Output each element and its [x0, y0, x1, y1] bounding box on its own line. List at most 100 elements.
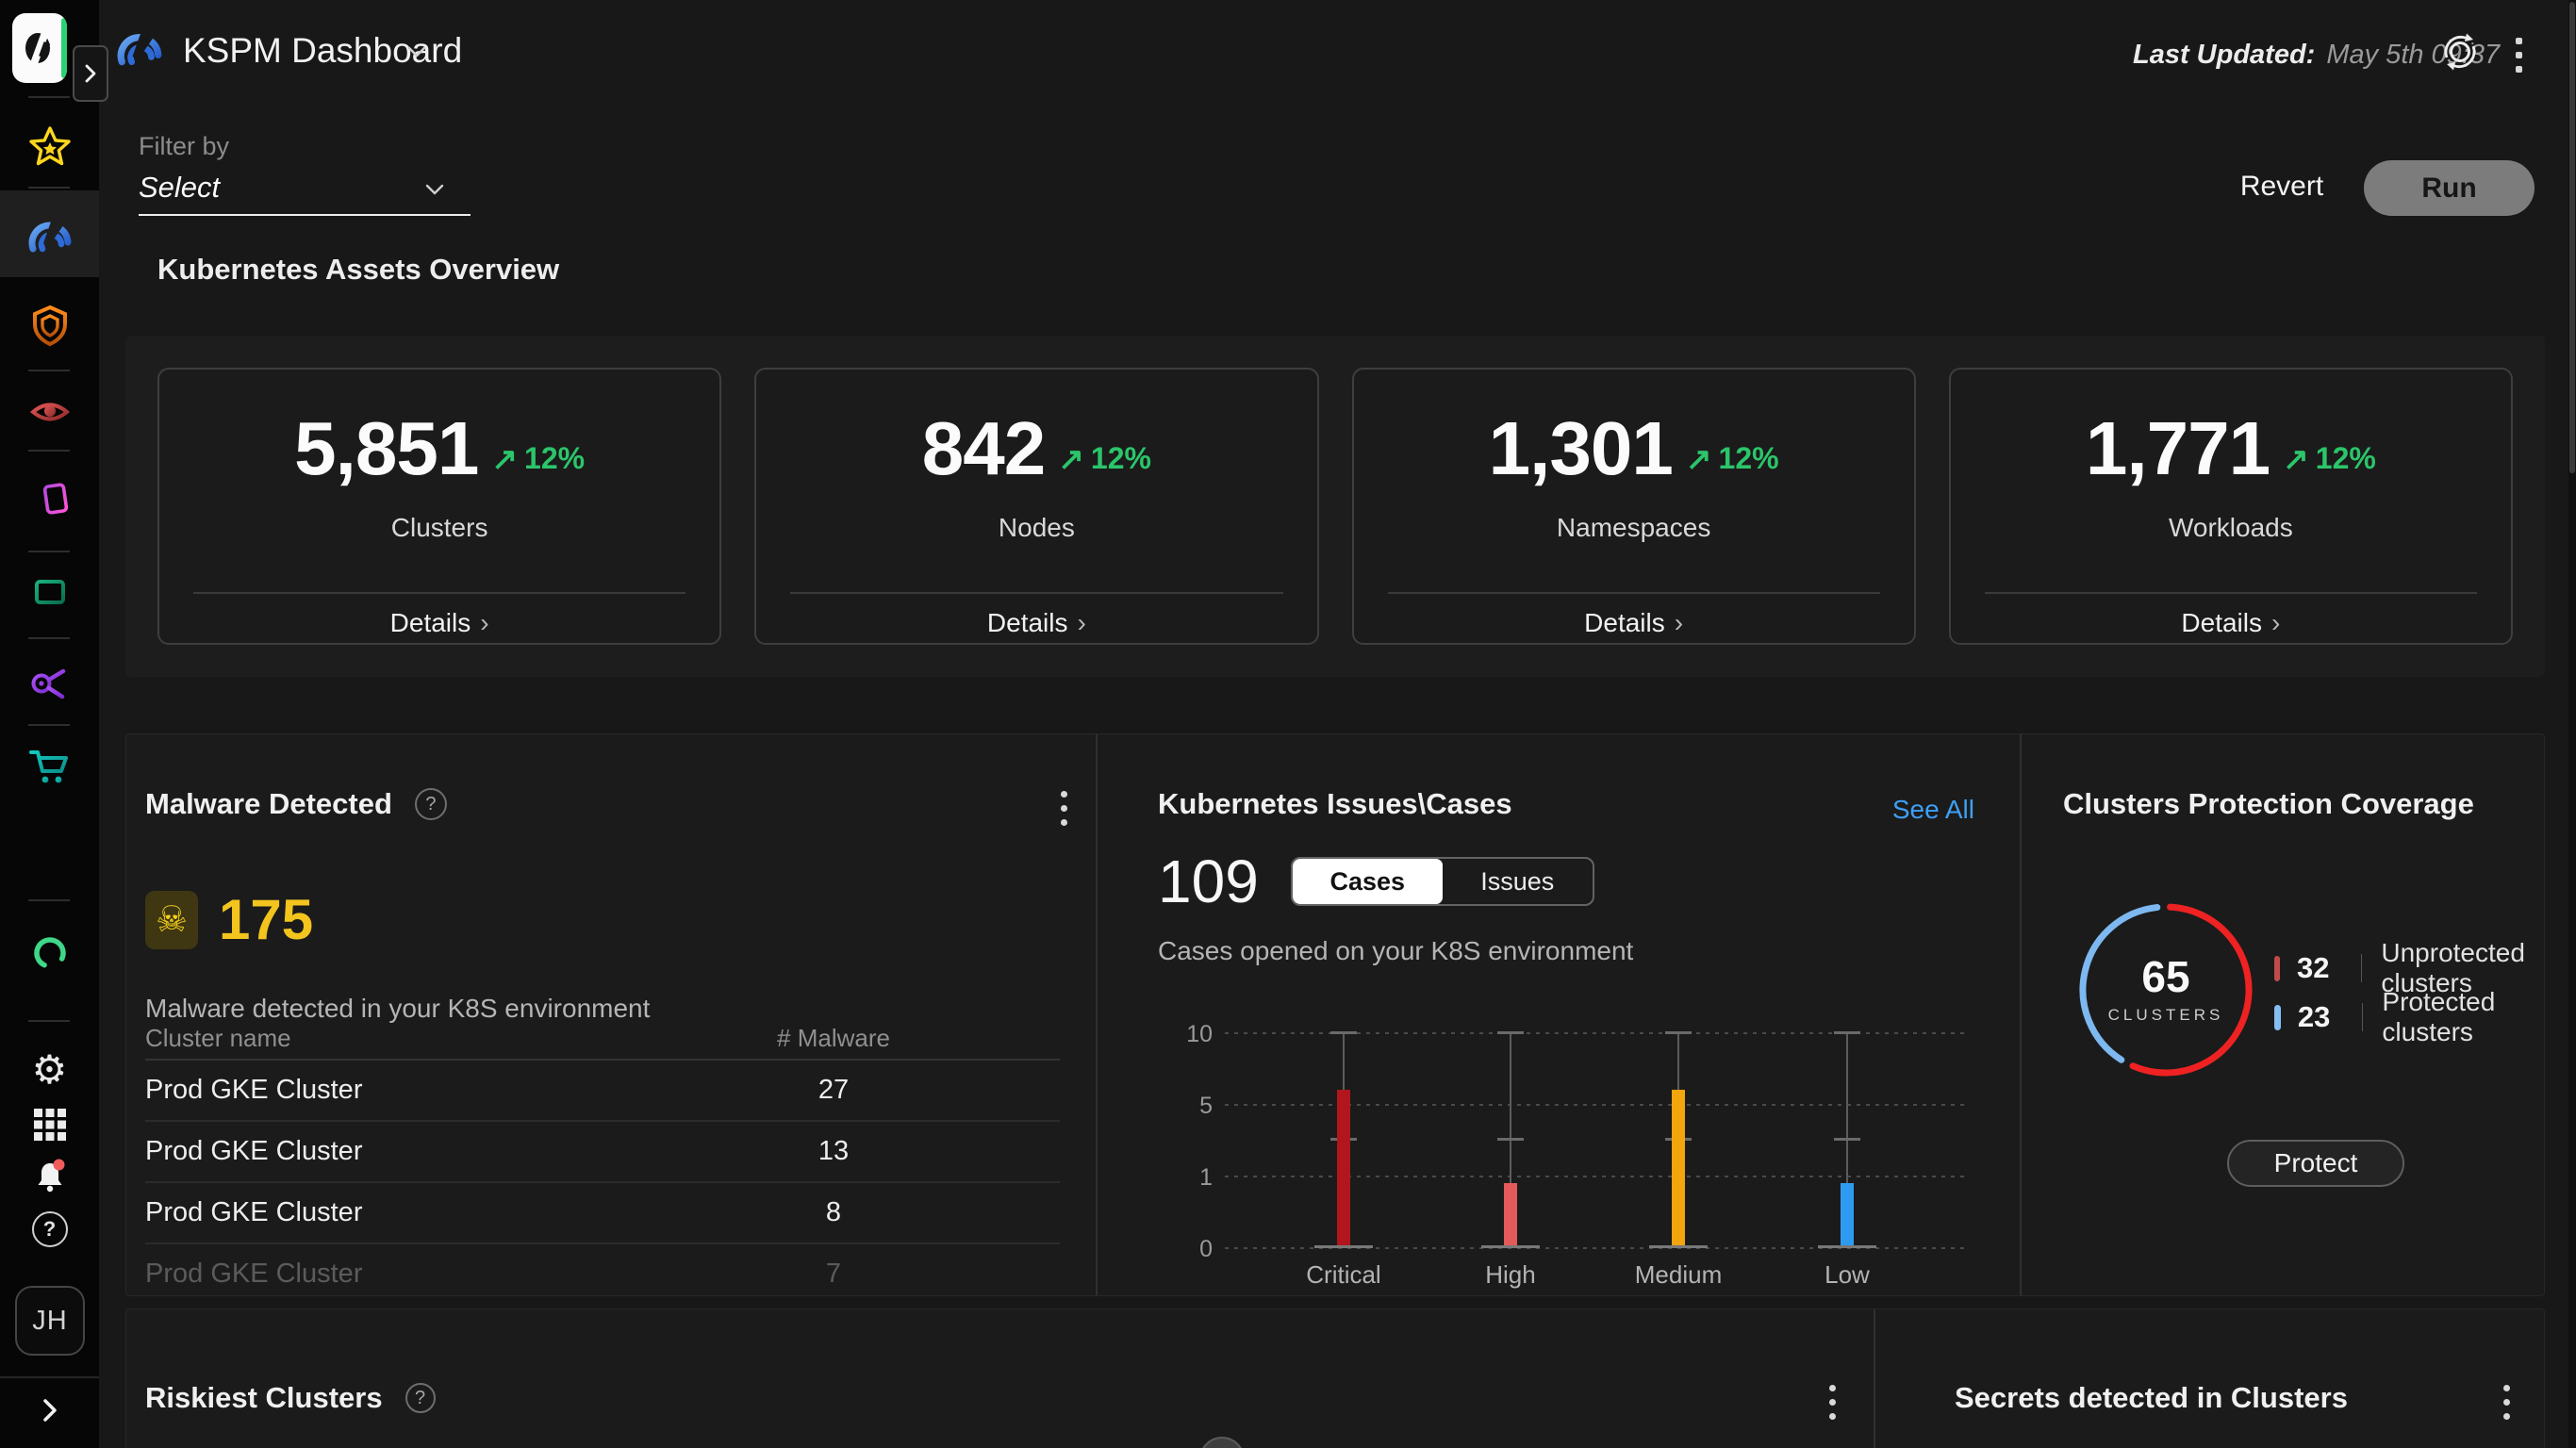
nodes-details-link[interactable]: Details › — [756, 608, 1316, 638]
page-scrollbar[interactable] — [2568, 0, 2576, 1448]
tab-issues[interactable]: Issues — [1443, 859, 1593, 904]
protection-coverage-panel: Clusters Protection Coverage 65 CLUSTERS… — [2022, 734, 2544, 1295]
divider — [28, 551, 70, 552]
sidebar-item-status-ring[interactable] — [0, 931, 99, 975]
divider — [28, 724, 70, 726]
riskiest-clusters-panel: Riskiest Clusters ? — [126, 1309, 1875, 1448]
malware-panel-menu[interactable] — [1061, 791, 1067, 826]
stat-card-clusters: 5,851 ↗ 12% Clusters Details › — [157, 368, 722, 645]
cases-description: Cases opened on your K8S environment — [1158, 936, 1634, 965]
namespaces-label: Namespaces — [1556, 513, 1711, 542]
issues-panel-title: Kubernetes Issues\Cases — [1158, 787, 1512, 820]
table-row[interactable]: Prod GKE Cluster 7 — [145, 1244, 1060, 1295]
filter-by-label: Filter by — [139, 132, 230, 160]
sidebar-item-detections[interactable] — [0, 392, 99, 432]
malware-panel-title: Malware Detected — [145, 787, 392, 820]
sidebar-item-reports[interactable] — [0, 479, 99, 522]
col-malware-count: # Malware — [777, 1023, 890, 1052]
table-row[interactable]: Prod GKE Cluster 27 — [145, 1061, 1060, 1122]
grid-icon — [33, 1109, 66, 1141]
kebab-icon — [1829, 1385, 1836, 1391]
tab-cases[interactable]: Cases — [1292, 859, 1443, 904]
dashboard-switcher[interactable] — [407, 45, 426, 62]
sidebar-item-help[interactable]: ? — [0, 1211, 99, 1247]
logo-accent — [61, 18, 67, 78]
cases-count: 109 — [1158, 847, 1259, 915]
widgets-row: Malware Detected ? ☠ 175 Malware detecte… — [125, 733, 2545, 1296]
divider — [28, 450, 70, 452]
namespaces-delta: 12% — [1718, 441, 1779, 475]
cart-icon — [28, 750, 68, 783]
riskiest-panel-menu[interactable] — [1829, 1385, 1836, 1420]
bar-low[interactable]: Low — [1762, 1031, 1932, 1289]
divider — [28, 370, 70, 371]
refresh-button[interactable] — [2438, 30, 2482, 78]
shield-icon — [32, 304, 67, 347]
stat-card-nodes: 842 ↗ 12% Nodes Details › — [754, 368, 1319, 645]
radar-arcs-icon — [28, 211, 71, 253]
secrets-panel-menu[interactable] — [2503, 1385, 2510, 1420]
sidebar-item-favorites[interactable] — [0, 124, 99, 168]
namespaces-details-link[interactable]: Details › — [1354, 608, 1914, 638]
divider — [28, 1020, 70, 1022]
table-row[interactable]: Prod GKE Cluster 8 — [145, 1183, 1060, 1244]
nodes-label: Nodes — [998, 513, 1075, 542]
help-icon[interactable]: ? — [405, 1383, 436, 1413]
divider — [28, 899, 70, 901]
help-icon[interactable]: ? — [414, 788, 447, 820]
run-button[interactable]: Run — [2364, 160, 2535, 216]
clusters-details-link[interactable]: Details › — [159, 608, 719, 638]
sidebar-item-connections[interactable] — [0, 661, 99, 706]
ring-icon — [33, 937, 66, 969]
report-icon — [30, 483, 68, 515]
malware-table-header: Cluster name # Malware — [145, 1017, 1060, 1059]
sidebar-item-kspm[interactable] — [0, 211, 99, 256]
divider — [28, 96, 70, 98]
refresh-icon — [2444, 33, 2476, 71]
assets-overview-heading: Kubernetes Assets Overview — [157, 253, 560, 286]
kebab-icon — [2516, 38, 2522, 44]
sidebar-collapse-handle[interactable] — [73, 45, 108, 102]
see-all-link[interactable]: See All — [1892, 795, 1974, 825]
avatar[interactable]: JH — [15, 1286, 85, 1356]
bar-medium[interactable]: Medium — [1593, 1031, 1763, 1289]
bar-critical[interactable]: Critical — [1259, 1031, 1428, 1289]
header-menu-button[interactable] — [2516, 38, 2522, 73]
donut-center-label: 65 CLUSTERS — [2067, 891, 2265, 1089]
company-logo[interactable] — [12, 13, 67, 83]
table-row[interactable]: Prod GKE Cluster 13 — [145, 1122, 1060, 1183]
dashboard-brand-icon — [115, 23, 164, 74]
filter-select[interactable]: Select — [139, 171, 471, 216]
help-icon: ? — [31, 1211, 68, 1247]
sidebar-item-apps[interactable] — [0, 1109, 99, 1141]
sidebar-item-marketplace[interactable] — [0, 747, 99, 790]
legend-swatch-unprotected — [2274, 955, 2281, 981]
protect-button[interactable]: Protect — [2227, 1140, 2404, 1187]
scrollbar-thumb[interactable] — [2569, 2, 2575, 473]
chevron-right-icon: › — [2271, 608, 2281, 637]
sidebar-item-security[interactable] — [0, 304, 99, 347]
sidebar: ⚙ ? JH — [0, 0, 99, 1448]
sidebar-item-endpoints[interactable] — [0, 575, 99, 617]
stat-card-namespaces: 1,301 ↗ 12% Namespaces Details › — [1351, 368, 1916, 645]
filter-select-value: Select — [139, 171, 221, 204]
sidebar-expand-button[interactable] — [0, 1395, 99, 1425]
cases-issues-toggle: Cases Issues — [1290, 857, 1594, 906]
kubernetes-issues-panel: Kubernetes Issues\Cases See All 109 Case… — [1098, 734, 2022, 1295]
trend-up-icon: ↗ — [1058, 441, 1084, 476]
divider — [28, 187, 70, 189]
sidebar-item-settings[interactable]: ⚙ — [0, 1050, 99, 1090]
sidebar-item-notifications[interactable] — [0, 1156, 99, 1197]
clusters-count: 5,851 — [294, 406, 479, 490]
divider — [28, 637, 70, 639]
secrets-panel-title: Secrets detected in Clusters — [1955, 1381, 2348, 1414]
avatar-initials: JH — [32, 1305, 68, 1336]
bar-high[interactable]: High — [1426, 1031, 1595, 1289]
assets-overview-panel: 5,851 ↗ 12% Clusters Details › 842 ↗ 12% … — [125, 336, 2545, 677]
malware-count: 175 — [219, 888, 314, 951]
legend-swatch-protected — [2274, 1004, 2281, 1030]
unprotected-count: 32 — [2297, 951, 2330, 984]
workloads-details-link[interactable]: Details › — [1951, 608, 2511, 638]
bottom-widgets-row: Riskiest Clusters ? Secrets detected in … — [125, 1308, 2545, 1448]
revert-button[interactable]: Revert — [2197, 171, 2367, 203]
